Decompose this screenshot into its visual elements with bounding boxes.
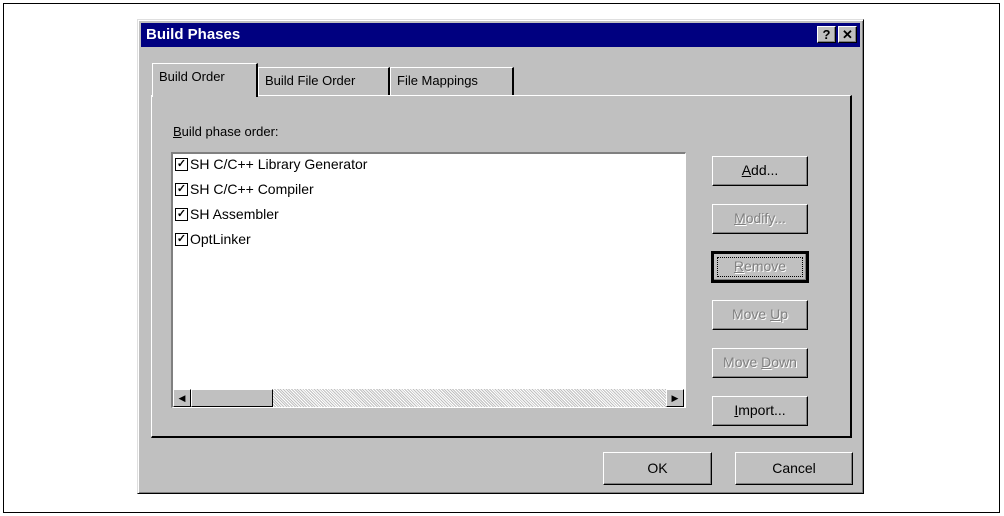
- scroll-right-button[interactable]: ▶: [666, 389, 684, 407]
- build-phases-dialog: Build Phases ? ✕ Build Order Build File …: [137, 19, 864, 494]
- check-icon: ✓: [176, 182, 187, 195]
- cancel-button[interactable]: Cancel: [735, 452, 853, 485]
- list-item[interactable]: ✓ SH C/C++ Compiler: [175, 181, 314, 205]
- list-item[interactable]: ✓ OptLinker: [175, 231, 251, 255]
- check-icon: ✓: [176, 157, 187, 170]
- scroll-left-button[interactable]: ◀: [173, 389, 191, 407]
- remove-button[interactable]: Remove: [711, 251, 809, 283]
- horizontal-scrollbar[interactable]: ◀ ▶: [173, 389, 684, 407]
- move-down-button[interactable]: Move Down: [712, 348, 808, 378]
- help-icon: ?: [822, 27, 831, 42]
- ok-button[interactable]: OK: [603, 452, 712, 485]
- close-button[interactable]: ✕: [838, 26, 857, 43]
- build-order-panel: Build phase order: ✓ SH C/C++ Library Gen…: [151, 95, 852, 438]
- tab-label: Build File Order: [265, 73, 356, 88]
- build-phase-order-label: Build phase order:: [173, 124, 279, 139]
- checkbox[interactable]: ✓: [175, 207, 188, 221]
- scroll-right-icon: ▶: [671, 393, 679, 403]
- modify-button[interactable]: Modify...: [712, 204, 808, 234]
- tab-build-file-order[interactable]: Build File Order: [258, 67, 390, 95]
- tab-file-mappings[interactable]: File Mappings: [390, 67, 514, 95]
- scroll-left-icon: ◀: [178, 393, 186, 403]
- tab-label: Build Order: [159, 69, 225, 84]
- help-button[interactable]: ?: [817, 26, 836, 43]
- check-icon: ✓: [176, 207, 187, 220]
- checkbox[interactable]: ✓: [175, 182, 188, 196]
- tab-label: File Mappings: [397, 73, 478, 88]
- tab-build-order[interactable]: Build Order: [152, 63, 258, 97]
- import-button[interactable]: Import...: [712, 396, 808, 426]
- move-up-button[interactable]: Move Up: [712, 300, 808, 330]
- checkbox[interactable]: ✓: [175, 232, 188, 246]
- scroll-thumb[interactable]: [191, 389, 273, 407]
- list-item[interactable]: ✓ SH Assembler: [175, 206, 279, 230]
- title-bar: Build Phases ? ✕: [141, 23, 860, 47]
- window-title: Build Phases: [146, 26, 241, 43]
- close-icon: ✕: [842, 27, 853, 42]
- checkbox[interactable]: ✓: [175, 157, 188, 171]
- check-icon: ✓: [176, 232, 187, 245]
- list-item[interactable]: ✓ SH C/C++ Library Generator: [175, 156, 367, 180]
- build-phase-list[interactable]: ✓ SH C/C++ Library Generator ✓ SH C/C++ Co…: [171, 152, 686, 408]
- add-button[interactable]: Add...: [712, 156, 808, 186]
